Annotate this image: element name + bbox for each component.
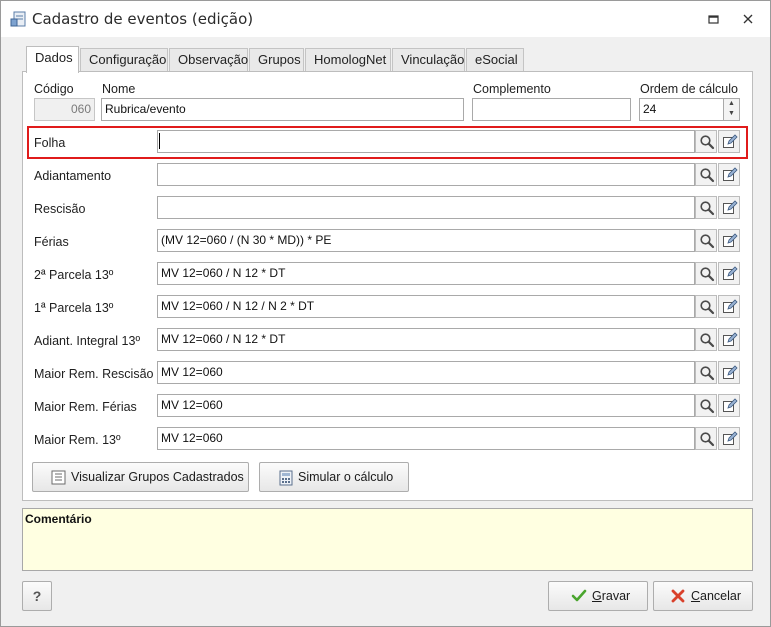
maior-rem-rescisao-search-icon[interactable] <box>695 361 717 384</box>
calculator-icon <box>279 470 293 486</box>
gravar-label: Gravar <box>592 589 631 603</box>
visualizar-grupos-label: Visualizar Grupos Cadastrados <box>71 470 244 484</box>
maior-rem-ferias-edit-icon[interactable] <box>718 394 740 417</box>
folha-search-icon[interactable] <box>695 130 717 153</box>
rescisao-edit-icon[interactable] <box>718 196 740 219</box>
text-cursor <box>159 133 160 149</box>
gravar-button[interactable]: Gravar <box>548 581 648 611</box>
segunda-parcela-13-formula-field[interactable]: MV 12=060 / N 12 * DT <box>157 262 695 285</box>
simular-calculo-button[interactable]: Simular o cálculo <box>259 462 409 492</box>
tab-dados[interactable]: Dados <box>26 46 79 73</box>
cancel-x-icon <box>671 589 685 603</box>
spin-down-icon[interactable]: ▼ <box>724 109 739 119</box>
codigo-label: Código <box>34 82 74 96</box>
segunda-parcela-13-search-icon[interactable] <box>695 262 717 285</box>
tab-grupos[interactable]: Grupos <box>249 48 304 72</box>
comment-box[interactable]: Comentário <box>22 508 753 571</box>
segunda-parcela-13-label: 2ª Parcela 13º <box>34 268 114 282</box>
rescisao-label: Rescisão <box>34 202 86 216</box>
folha-edit-icon[interactable] <box>718 130 740 153</box>
tab-observacao[interactable]: Observação <box>169 48 248 72</box>
maior-rem-13-search-icon[interactable] <box>695 427 717 450</box>
maior-rem-ferias-label: Maior Rem. Férias <box>34 400 137 414</box>
maior-rem-rescisao-label: Maior Rem. Rescisão <box>34 367 154 381</box>
tab-esocial[interactable]: eSocial <box>466 48 524 72</box>
rescisao-search-icon[interactable] <box>695 196 717 219</box>
window-title: Cadastro de eventos (edição) <box>32 10 254 28</box>
ordem-calculo-spinner[interactable]: ▲ ▼ <box>723 98 740 121</box>
folha-formula-field[interactable] <box>157 130 695 153</box>
cancelar-label: Cancelar <box>691 589 742 603</box>
primeira-parcela-13-search-icon[interactable] <box>695 295 717 318</box>
nome-field[interactable]: Rubrica/evento <box>101 98 464 121</box>
primeira-parcela-13-edit-icon[interactable] <box>718 295 740 318</box>
adiantamento-edit-icon[interactable] <box>718 163 740 186</box>
title-bar: Cadastro de eventos (edição) <box>1 1 770 37</box>
ferias-search-icon[interactable] <box>695 229 717 252</box>
tab-vinculacao[interactable]: Vinculação <box>392 48 465 72</box>
ferias-label: Férias <box>34 235 69 249</box>
event-edit-dialog: Cadastro de eventos (edição) Dados Confi… <box>0 0 771 627</box>
list-icon <box>51 470 66 485</box>
adiantamento-search-icon[interactable] <box>695 163 717 186</box>
maior-rem-13-edit-icon[interactable] <box>718 427 740 450</box>
maior-rem-13-formula-field[interactable]: MV 12=060 <box>157 427 695 450</box>
maior-rem-ferias-formula-field[interactable]: MV 12=060 <box>157 394 695 417</box>
spin-up-icon[interactable]: ▲ <box>724 99 739 109</box>
ferias-edit-icon[interactable] <box>718 229 740 252</box>
help-button[interactable]: ? <box>22 581 52 611</box>
folha-label: Folha <box>34 136 66 150</box>
primeira-parcela-13-label: 1ª Parcela 13º <box>34 301 114 315</box>
primeira-parcela-13-formula-field[interactable]: MV 12=060 / N 12 / N 2 * DT <box>157 295 695 318</box>
complemento-field[interactable] <box>472 98 631 121</box>
tab-configuracao[interactable]: Configuração <box>80 48 168 72</box>
close-icon[interactable] <box>740 11 756 27</box>
simular-calculo-label: Simular o cálculo <box>298 470 394 484</box>
adiant-integral-13-search-icon[interactable] <box>695 328 717 351</box>
segunda-parcela-13-edit-icon[interactable] <box>718 262 740 285</box>
ferias-formula-field[interactable]: (MV 12=060 / (N 30 * MD)) * PE <box>157 229 695 252</box>
adiant-integral-13-formula-field[interactable]: MV 12=060 / N 12 * DT <box>157 328 695 351</box>
visualizar-grupos-button[interactable]: Visualizar Grupos Cadastrados <box>32 462 249 492</box>
rescisao-formula-field[interactable] <box>157 196 695 219</box>
ordem-calculo-label: Ordem de cálculo <box>640 82 738 96</box>
adiant-integral-13-label: Adiant. Integral 13º <box>34 334 141 348</box>
tab-homolognet[interactable]: HomologNet <box>305 48 391 72</box>
complemento-label: Complemento <box>473 82 551 96</box>
adiant-integral-13-edit-icon[interactable] <box>718 328 740 351</box>
codigo-field: 060 <box>34 98 95 121</box>
comment-title: Comentário <box>25 512 92 526</box>
maior-rem-rescisao-edit-icon[interactable] <box>718 361 740 384</box>
maior-rem-ferias-search-icon[interactable] <box>695 394 717 417</box>
cancelar-button[interactable]: Cancelar <box>653 581 753 611</box>
ordem-calculo-field[interactable]: 24 <box>639 98 724 121</box>
maior-rem-rescisao-formula-field[interactable]: MV 12=060 <box>157 361 695 384</box>
maior-rem-13-label: Maior Rem. 13º <box>34 433 121 447</box>
restore-icon[interactable] <box>706 11 722 27</box>
adiantamento-formula-field[interactable] <box>157 163 695 186</box>
check-icon <box>571 589 587 602</box>
app-icon <box>10 11 26 27</box>
nome-label: Nome <box>102 82 136 96</box>
adiantamento-label: Adiantamento <box>34 169 112 183</box>
